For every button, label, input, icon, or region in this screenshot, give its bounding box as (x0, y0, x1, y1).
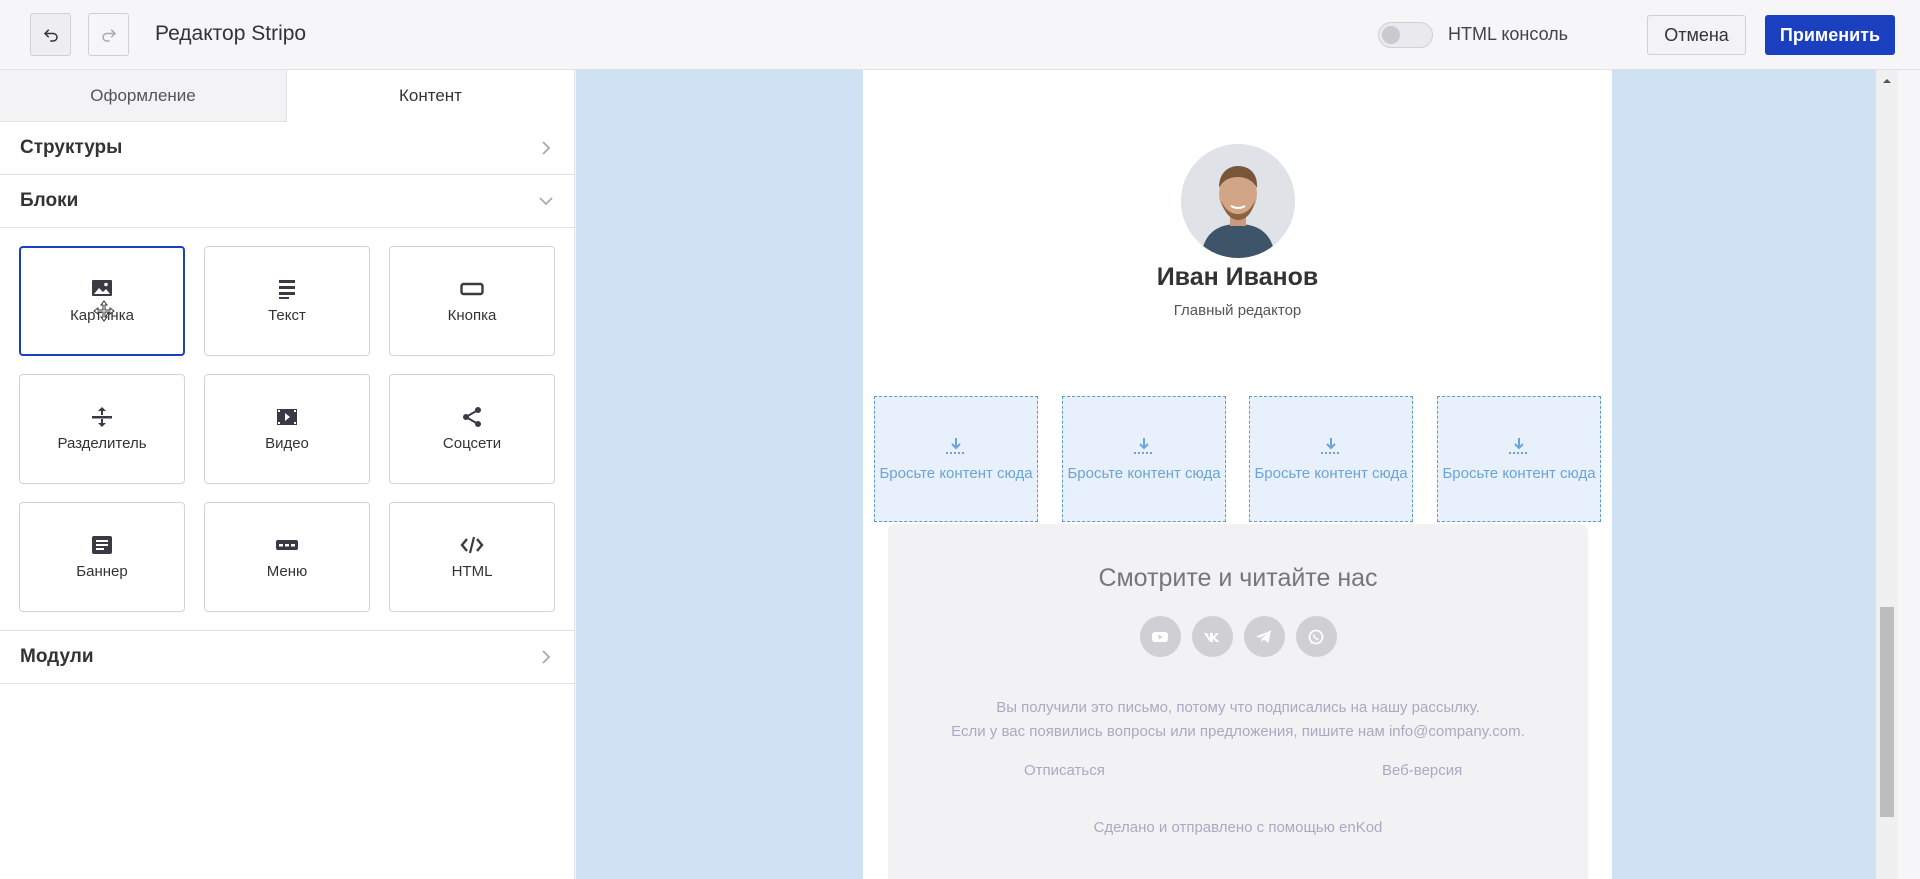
footer-title: Смотрите и читайте нас (1098, 564, 1378, 592)
section-structures[interactable]: Структуры (0, 122, 574, 175)
block-video[interactable]: Видео (204, 374, 370, 484)
html-console-toggle[interactable] (1378, 22, 1433, 48)
made-with-text: Сделано и отправлено с помощью enKod (1093, 819, 1383, 836)
section-modules-label: Модули (20, 646, 94, 667)
move-cursor-icon (93, 300, 115, 322)
email-canvas: Иван Иванов Главный редактор Бросьте кон… (576, 70, 1898, 879)
social-icons (888, 616, 1588, 657)
block-button[interactable]: Кнопка (389, 246, 555, 356)
download-icon (946, 437, 966, 454)
redo-button[interactable] (88, 13, 129, 56)
video-icon (275, 406, 299, 428)
section-modules[interactable]: Модули (0, 631, 574, 684)
profile-name[interactable]: Иван Иванов (863, 263, 1612, 292)
cancel-button[interactable]: Отмена (1647, 15, 1746, 55)
web-version-link[interactable]: Веб-версия (1382, 762, 1462, 779)
vk-icon[interactable] (1191, 616, 1233, 657)
spacer-icon (90, 406, 114, 428)
block-html[interactable]: HTML (389, 502, 555, 612)
block-label: Видео (265, 435, 309, 452)
block-menu[interactable]: Меню (204, 502, 370, 612)
section-blocks-label: Блоки (20, 190, 79, 211)
toggle-knob (1382, 26, 1400, 44)
unsubscribe-link[interactable]: Отписаться (1024, 762, 1105, 779)
undo-button[interactable] (30, 13, 71, 56)
block-image[interactable]: Картинка (19, 246, 185, 356)
dropzone-label: Бросьте контент сюда (1254, 464, 1408, 482)
share-icon (460, 406, 484, 428)
download-icon (1134, 437, 1154, 454)
dropzone-label: Бросьте контент сюда (1442, 464, 1596, 482)
scroll-up-arrow-icon[interactable] (1882, 76, 1892, 86)
download-icon (1509, 437, 1529, 454)
footer-note-line1: Вы получили это письмо, потому что подпи… (996, 699, 1480, 716)
profile-role[interactable]: Главный редактор (863, 302, 1612, 319)
section-blocks[interactable]: Блоки (0, 175, 574, 228)
chevron-down-icon (539, 197, 553, 206)
text-icon (275, 278, 299, 300)
dropzone-label: Бросьте контент сюда (1067, 464, 1221, 482)
undo-icon (43, 28, 58, 42)
menu-icon (275, 534, 299, 556)
dropzone-label: Бросьте контент сюда (879, 464, 1033, 482)
dropzone[interactable]: Бросьте контент сюда (1437, 396, 1601, 522)
editor-title: Редактор Stripo (155, 22, 307, 45)
dropzone[interactable]: Бросьте контент сюда (1062, 396, 1226, 522)
image-icon (90, 278, 114, 300)
section-structures-label: Структуры (20, 137, 123, 158)
block-text[interactable]: Текст (204, 246, 370, 356)
block-label: Баннер (76, 563, 128, 580)
whatsapp-icon[interactable] (1295, 616, 1337, 657)
dropzone[interactable]: Бросьте контент сюда (874, 396, 1038, 522)
panel-tabs: Оформление Контент (0, 70, 574, 122)
block-spacer[interactable]: Разделитель (19, 374, 185, 484)
block-label: Меню (266, 563, 308, 580)
footer-note-line2: Если у вас появились вопросы или предлож… (951, 723, 1525, 740)
blocks-grid: Картинка Текст Кнопка Разделитель Видео … (0, 228, 574, 631)
footer-note: Вы получили это письмо, потому что подпи… (888, 696, 1588, 744)
tab-content[interactable]: Контент (287, 70, 574, 122)
html-console-label: HTML консоль (1448, 24, 1569, 44)
canvas-scrollbar[interactable] (1876, 70, 1898, 879)
scrollbar-thumb[interactable] (1880, 607, 1894, 817)
block-banner[interactable]: Баннер (19, 502, 185, 612)
chevron-right-icon (542, 141, 551, 155)
download-icon (1321, 437, 1341, 454)
top-toolbar: Редактор Stripo HTML консоль Отмена Прим… (0, 0, 1920, 70)
block-label: Соцсети (442, 435, 502, 452)
telegram-icon[interactable] (1243, 616, 1285, 657)
tab-design[interactable]: Оформление (0, 70, 287, 122)
left-panel: Оформление Контент Структуры Блоки Карти… (0, 70, 575, 879)
youtube-icon[interactable] (1139, 616, 1181, 657)
block-label: HTML (451, 563, 493, 580)
dropzone[interactable]: Бросьте контент сюда (1249, 396, 1413, 522)
redo-icon (101, 28, 116, 42)
block-label: Разделитель (57, 435, 147, 452)
email-body: Иван Иванов Главный редактор Бросьте кон… (863, 70, 1612, 879)
code-icon (460, 534, 484, 556)
chevron-right-icon (542, 650, 551, 664)
profile-avatar[interactable] (1181, 144, 1295, 258)
block-label: Текст (268, 307, 306, 324)
block-social[interactable]: Соцсети (389, 374, 555, 484)
apply-button[interactable]: Применить (1765, 15, 1895, 55)
email-footer[interactable]: Смотрите и читайте нас Вы получили это п… (888, 524, 1588, 879)
button-icon (460, 278, 484, 300)
banner-icon (90, 534, 114, 556)
block-label: Кнопка (447, 307, 497, 324)
